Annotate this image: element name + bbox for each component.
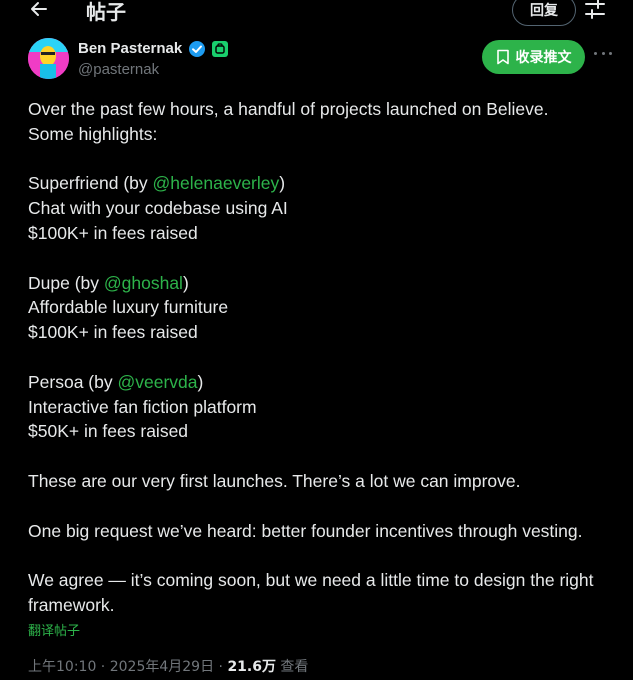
bookmark-button[interactable]: 收录推文 [482, 40, 585, 74]
mention-link[interactable]: @veervda [117, 372, 197, 392]
tweet-text: These are our very first launches. There… [28, 470, 521, 491]
reply-button[interactable]: 回复 [512, 0, 576, 26]
settings-button[interactable] [584, 0, 606, 20]
more-dots-icon [594, 51, 597, 55]
project-fees: $100K+ in fees raised [28, 222, 198, 243]
tweet-text: framework. [28, 594, 115, 615]
page-title: 帖子 [86, 0, 126, 24]
project-title: Superfriend (by @helenaeverley) [28, 173, 286, 194]
tweet-date[interactable]: 2025年4月29日 [110, 659, 214, 675]
project-description: Interactive fan fiction platform [28, 396, 257, 417]
tweet-body: Over the past few hours, a handful of pr… [28, 97, 623, 618]
more-options-button[interactable] [594, 44, 612, 62]
settings-sliders-icon [585, 0, 605, 19]
project-description: Chat with your codebase using AI [28, 198, 288, 219]
tweet-text: We agree — it’s coming soon, but we need… [28, 570, 594, 591]
author-name[interactable]: Ben Pasternak [78, 40, 182, 57]
tweet-time[interactable]: 上午10:10 [28, 659, 96, 675]
project-fees: $50K+ in fees raised [28, 421, 189, 442]
avatar[interactable] [28, 38, 69, 79]
tweet-text: One big request we’ve heard: better foun… [28, 520, 583, 541]
tweet-text: Some highlights: [28, 123, 158, 144]
view-count: 21.6万 [227, 659, 276, 675]
bookmark-label: 收录推文 [515, 50, 572, 66]
verified-badge-icon [189, 41, 205, 57]
project-title: Persoa (by @veervda) [28, 371, 204, 392]
bookmark-icon [496, 49, 509, 65]
affiliate-badge-icon[interactable] [212, 41, 228, 57]
avatar-image [28, 38, 69, 79]
author-handle[interactable]: @pasternak [78, 61, 159, 78]
mention-link[interactable]: @ghoshal [104, 273, 183, 293]
project-description: Affordable luxury furniture [28, 297, 229, 318]
tweet-text: Over the past few hours, a handful of pr… [28, 99, 549, 119]
back-button[interactable] [28, 0, 50, 20]
top-bar: 帖子 回复 [0, 0, 633, 26]
views-label: 查看 [275, 659, 309, 675]
project-title: Dupe (by @ghoshal) [28, 272, 189, 293]
tweet-meta: 上午10:10 · 2025年4月29日 · 21.6万 查看 [28, 659, 309, 675]
project-fees: $100K+ in fees raised [28, 322, 198, 343]
back-arrow-icon [31, 2, 47, 16]
translate-link[interactable]: 翻译帖子 [28, 620, 80, 639]
mention-link[interactable]: @helenaeverley [153, 173, 280, 193]
